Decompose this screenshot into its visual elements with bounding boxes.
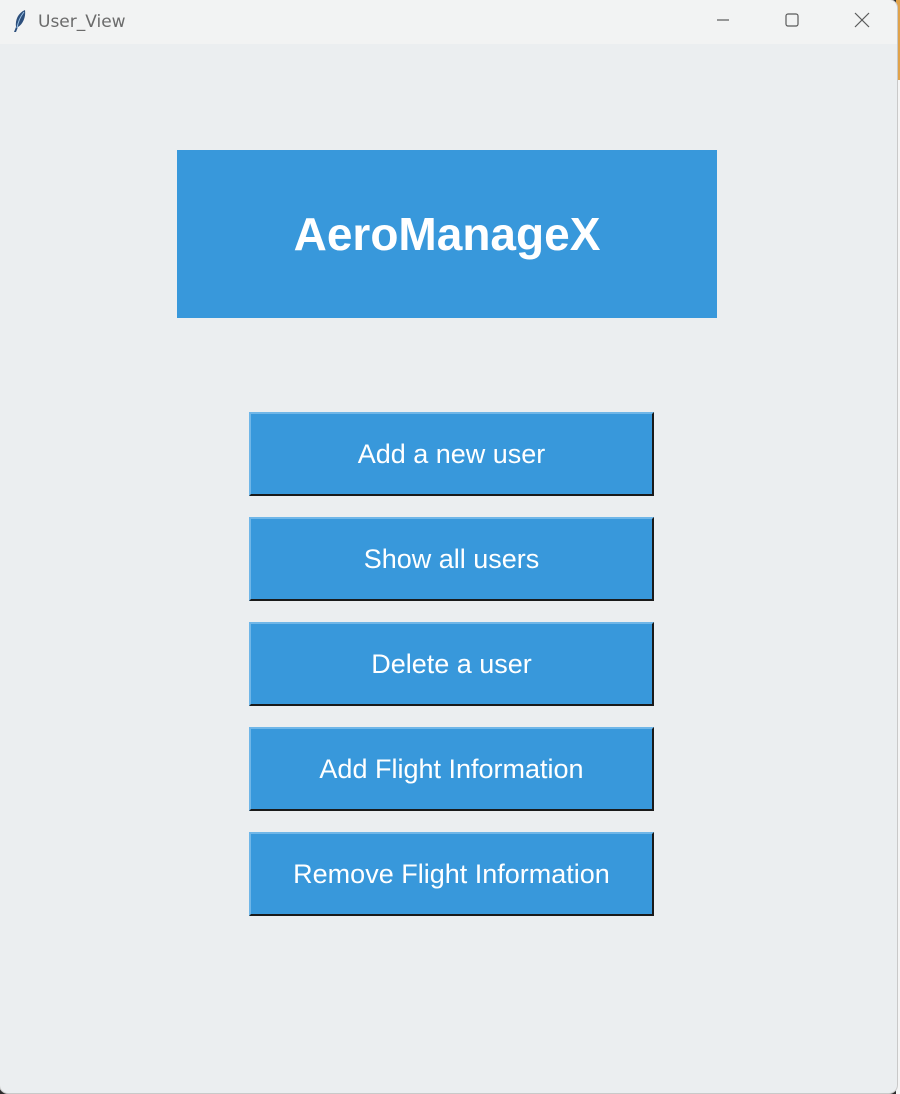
window-title: User_View: [38, 12, 126, 32]
show-users-button[interactable]: Show all users: [249, 517, 654, 601]
feather-icon: [12, 9, 28, 33]
add-flight-info-button[interactable]: Add Flight Information: [249, 727, 654, 811]
remove-flight-info-button-label: Remove Flight Information: [293, 858, 610, 889]
close-button[interactable]: [827, 0, 897, 44]
show-users-button-label: Show all users: [363, 543, 540, 574]
delete-user-button-label: Delete a user: [371, 648, 532, 679]
add-flight-info-button-label: Add Flight Information: [319, 753, 584, 784]
app-window: User_View AeroManageX Add a new user Sho…: [0, 0, 897, 1093]
minimize-button[interactable]: [688, 0, 758, 44]
add-user-button[interactable]: Add a new user: [249, 412, 654, 496]
remove-flight-info-button[interactable]: Remove Flight Information: [249, 832, 654, 916]
close-icon: [853, 11, 871, 34]
title-bar[interactable]: User_View: [0, 0, 897, 44]
app-name: AeroManageX: [293, 208, 601, 260]
minimize-icon: [715, 12, 731, 33]
delete-user-button[interactable]: Delete a user: [249, 622, 654, 706]
maximize-icon: [784, 12, 800, 33]
app-header-banner: AeroManageX: [177, 150, 717, 318]
add-user-button-label: Add a new user: [357, 438, 546, 469]
maximize-button[interactable]: [757, 0, 827, 44]
